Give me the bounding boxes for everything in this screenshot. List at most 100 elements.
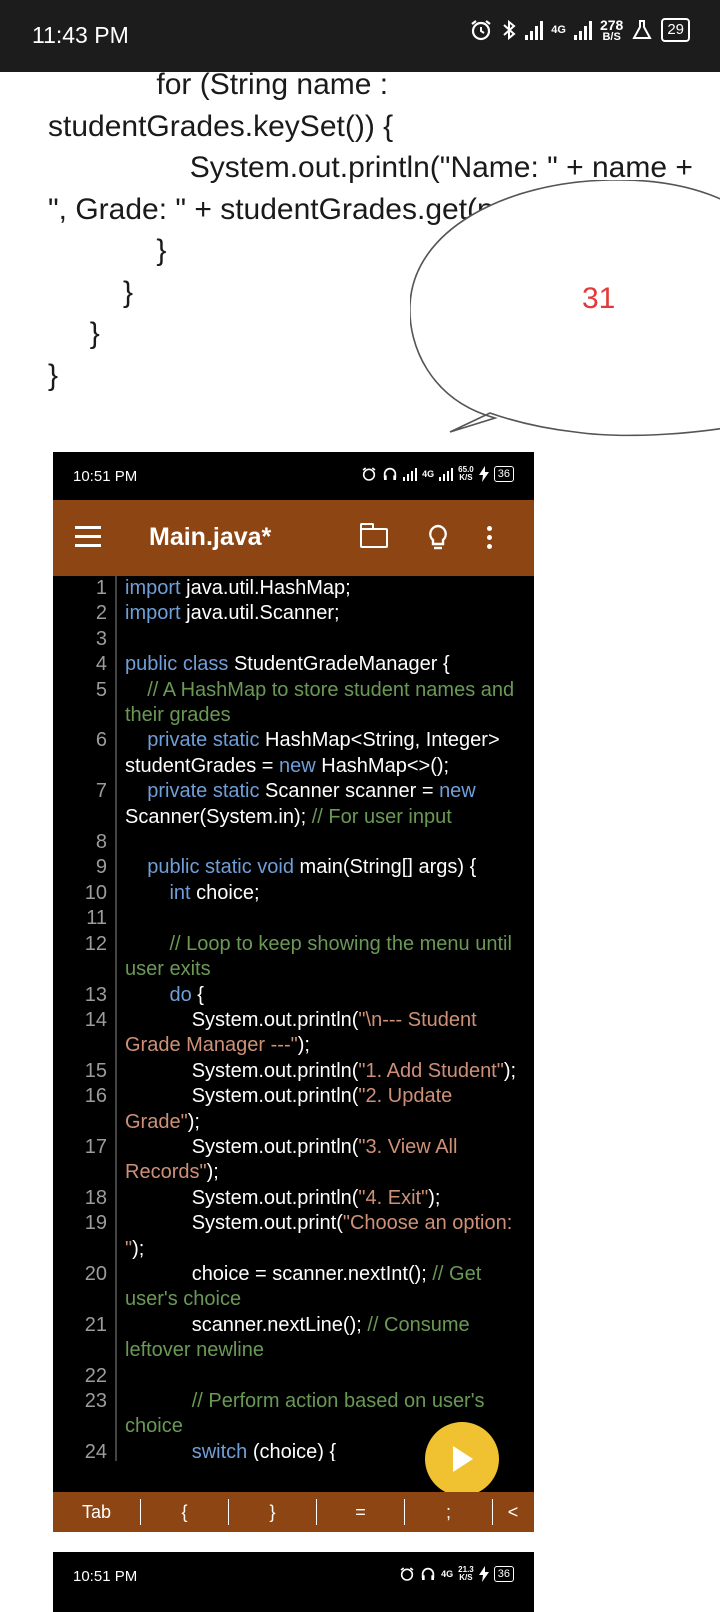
- embedded-status-icons-2: 4G 21.3 K/S 36: [399, 1566, 514, 1582]
- embedded-network-speed: 65.0 K/S: [458, 466, 474, 482]
- code-token: public static void: [125, 856, 294, 879]
- code-token: System.out.println(: [125, 1186, 359, 1209]
- code-token: );: [206, 1161, 219, 1184]
- code-editor-line: 16 System.out.println("2. Update Grade")…: [53, 1084, 534, 1135]
- line-number: 5: [95, 678, 107, 701]
- embedded-status-bar: 10:51 PM 4G 65.0 K/S 36: [53, 452, 534, 500]
- code-editor-line: 15 System.out.println("1. Add Student");: [53, 1059, 534, 1084]
- code-token: HashMap<>();: [315, 754, 450, 777]
- code-content: // A HashMap to store student names and …: [125, 678, 525, 729]
- code-token: switch: [125, 1440, 248, 1461]
- embedded-screenshot-2: 10:51 PM 4G 21.3 K/S 36: [53, 1552, 534, 1612]
- embedded-network-type: 4G: [422, 469, 435, 479]
- code-token: System.out.println(: [125, 1085, 359, 1108]
- embedded-network-speed-unit: K/S: [459, 473, 473, 482]
- embedded-network-speed-unit-2: K/S: [459, 1573, 473, 1582]
- line-number: 23: [84, 1390, 107, 1412]
- bubble-number: 31: [582, 282, 616, 315]
- charging-icon: [478, 1566, 489, 1582]
- code-editor-line: 18 System.out.println("4. Exit");: [53, 1186, 534, 1211]
- line-number: 20: [84, 1262, 107, 1285]
- line-number: 9: [95, 856, 107, 879]
- code-content: System.out.print("Choose an option: ");: [125, 1211, 525, 1262]
- alarm-icon: [471, 20, 491, 41]
- signal-icon-2: [573, 20, 592, 40]
- headphones-icon: [383, 467, 397, 480]
- code-token: // A HashMap to store student names and …: [125, 678, 520, 727]
- line-number: 1: [95, 577, 107, 599]
- code-editor-line: 8​: [53, 830, 534, 855]
- headphones-icon: [421, 1567, 435, 1580]
- line-number: 16: [84, 1085, 107, 1108]
- key-tab[interactable]: Tab: [53, 1499, 141, 1525]
- line-number: 2: [95, 602, 107, 625]
- code-content: // Loop to keep showing the menu until u…: [125, 932, 525, 983]
- line-number: 18: [84, 1186, 107, 1209]
- network-speed-value: 278: [599, 16, 624, 33]
- menu-icon[interactable]: [75, 526, 101, 547]
- code-content: System.out.println("\n--- Student Grade …: [125, 1008, 525, 1059]
- line-number: 24: [84, 1440, 107, 1461]
- key-open-brace[interactable]: {: [141, 1499, 229, 1525]
- code-content: System.out.println("2. Update Grade");: [125, 1084, 525, 1135]
- code-token: System.out.println(: [125, 1135, 359, 1158]
- code-lines: 1 import java.util.HashMap; 2 import java.u…: [53, 576, 534, 1461]
- code-editor-line: 21 scanner.nextLine(); // Consume leftov…: [53, 1313, 534, 1364]
- code-token: );: [132, 1237, 145, 1260]
- code-token: "4. Exit": [358, 1186, 429, 1209]
- charging-icon: [478, 466, 489, 482]
- code-content: ​: [125, 830, 525, 855]
- code-token: choice = scanner.nextInt();: [125, 1262, 433, 1285]
- line-number: 10: [84, 881, 107, 904]
- code-token: {: [191, 983, 204, 1006]
- line-number: 13: [84, 983, 107, 1006]
- line-number: 17: [84, 1135, 107, 1158]
- more-options-icon[interactable]: [487, 526, 493, 553]
- code-content: import java.util.Scanner;: [125, 601, 525, 626]
- signal-icon-2: [439, 467, 454, 481]
- code-editor-line: 20 choice = scanner.nextInt(); // Get us…: [53, 1262, 534, 1313]
- key-less-than[interactable]: <: [493, 1499, 533, 1525]
- code-token: // Perform action based on user's choice: [125, 1390, 491, 1438]
- code-token: scanner.nextLine();: [125, 1313, 368, 1336]
- line-number: 8: [95, 831, 107, 854]
- network-type: 4G: [551, 24, 566, 36]
- network-speed: 278 B/S: [599, 16, 624, 43]
- code-token: new: [278, 754, 316, 777]
- speech-bubble: [410, 180, 720, 437]
- line-number: 12: [84, 932, 107, 955]
- folder-icon[interactable]: [359, 523, 388, 548]
- lightbulb-icon[interactable]: [427, 524, 449, 552]
- status-time: 11:43 PM: [32, 22, 129, 48]
- code-editor-line: 2 import java.util.Scanner;: [53, 601, 534, 626]
- code-token: );: [297, 1034, 310, 1057]
- line-number: 4: [95, 653, 107, 676]
- embedded-status-time: 10:51 PM: [73, 468, 138, 485]
- code-editor-line: 13 do {: [53, 983, 534, 1008]
- code-token: new: [439, 780, 476, 803]
- embedded-status-time-2: 10:51 PM: [73, 1568, 138, 1585]
- status-bar: 11:43 PM 4G 278 B/S 29: [0, 0, 720, 72]
- key-semicolon[interactable]: ;: [405, 1499, 493, 1525]
- code-token: (choice) {: [247, 1440, 337, 1461]
- line-number: 6: [95, 729, 107, 752]
- code-token: import: [125, 577, 181, 599]
- code-content: private static HashMap<String, Integer> …: [125, 728, 525, 779]
- code-line: }: [48, 234, 167, 267]
- key-equals[interactable]: =: [317, 1499, 405, 1525]
- code-token: System.out.print(: [125, 1212, 343, 1235]
- code-content: public static void main(String[] args) {: [125, 855, 525, 880]
- code-token: System.out.println(: [125, 1059, 359, 1082]
- code-token: int: [125, 881, 191, 904]
- run-button[interactable]: [425, 1422, 499, 1496]
- line-number: 19: [84, 1212, 107, 1235]
- code-token: );: [428, 1186, 441, 1209]
- code-content: int choice;: [125, 881, 525, 906]
- code-content: import java.util.HashMap;: [125, 576, 525, 601]
- code-editor[interactable]: 1 import java.util.HashMap; 2 import java.u…: [53, 576, 534, 1461]
- code-content: System.out.println("3. View All Records"…: [125, 1135, 525, 1186]
- code-token: Scanner scanner =: [259, 780, 440, 803]
- line-number: 21: [84, 1313, 107, 1336]
- key-close-brace[interactable]: }: [229, 1499, 317, 1525]
- code-editor-line: 3​: [53, 627, 534, 652]
